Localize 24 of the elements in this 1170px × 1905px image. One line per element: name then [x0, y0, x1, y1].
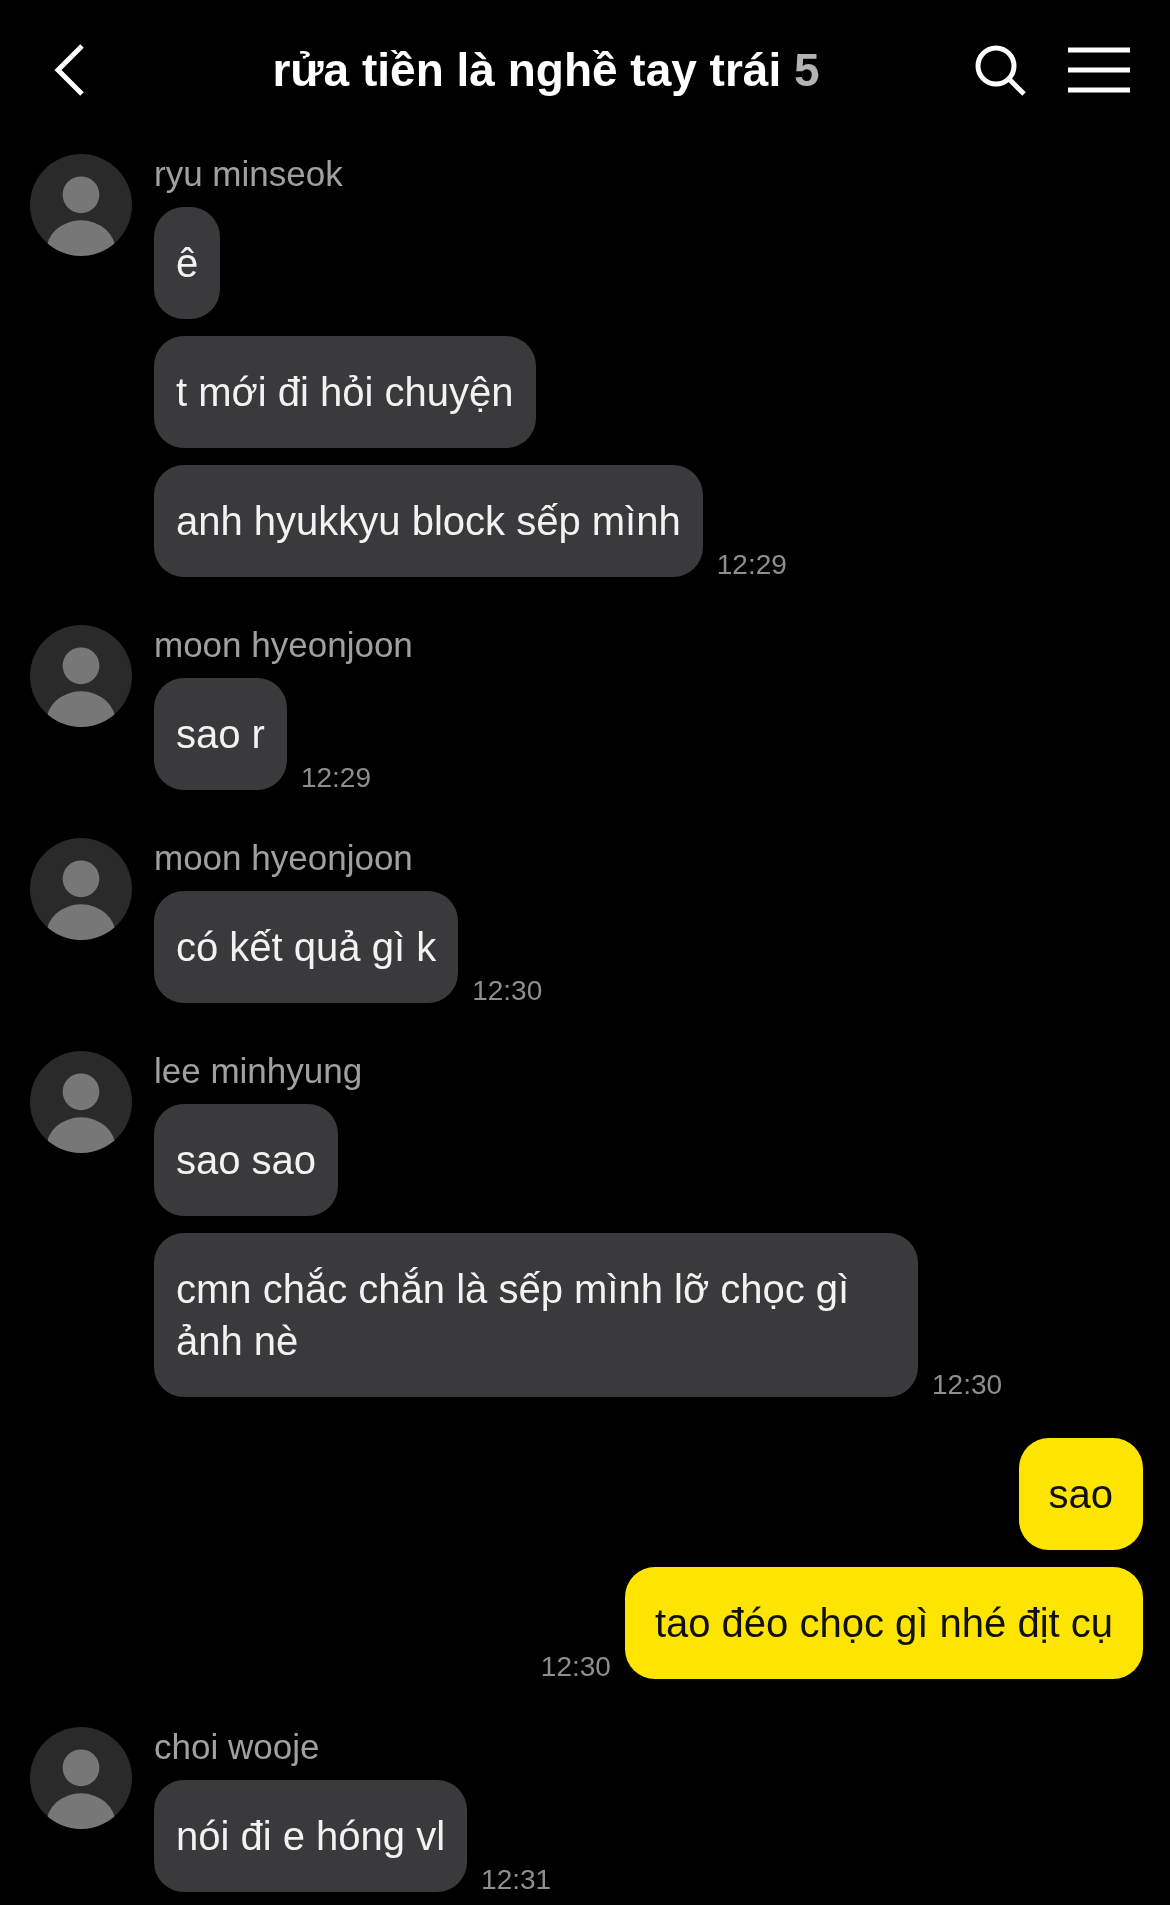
message-bubble: sao sao — [154, 1104, 339, 1216]
sender-name: moon hyeonjoon — [154, 838, 413, 878]
sender-name: ryu minseok — [154, 154, 343, 194]
message-bubble: có kết quả gì k — [154, 891, 459, 1003]
timestamp: 12:29 — [716, 551, 787, 579]
message-bubble: t mới đi hỏi chuyện — [154, 336, 536, 448]
menu-icon[interactable] — [1068, 47, 1130, 93]
message-bubble: nói đi e hóng vl — [154, 1780, 468, 1892]
timestamp: 12:30 — [472, 977, 543, 1005]
sender-name: lee minhyung — [154, 1051, 363, 1091]
message-bubble: ê — [154, 207, 221, 319]
message-bubble: sao — [1018, 1438, 1143, 1550]
member-count: 5 — [794, 44, 820, 96]
sender-name: moon hyeonjoon — [154, 625, 413, 665]
chat-title: rửa tiền là nghề tay trái — [272, 44, 782, 96]
timestamp: 12:30 — [932, 1371, 1003, 1399]
message-bubble: anh hyukkyu block sếp mình — [154, 465, 703, 577]
message-bubble: cmn chắc chắn là sếp mình lỡ chọc gì ảnh nè — [154, 1233, 918, 1397]
timestamp: 12:29 — [300, 764, 371, 792]
sender-name: choi wooje — [154, 1727, 320, 1767]
timestamp: 12:30 — [540, 1653, 611, 1681]
message-bubble: tao đéo chọc gì nhé địt cụ — [624, 1567, 1143, 1679]
message-bubble: sao r — [154, 678, 287, 790]
timestamp: 12:31 — [481, 1866, 552, 1894]
